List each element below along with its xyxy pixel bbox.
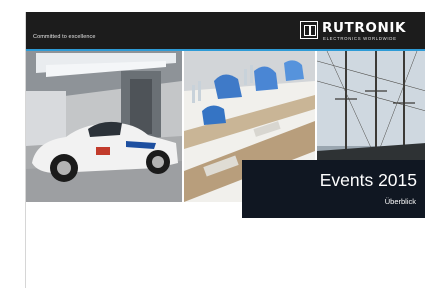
brand-subtitle: ELECTRONICS WORLDWIDE: [323, 36, 397, 41]
brand-logo: RUTRONIK ELECTRONICS WORLDWIDE: [300, 20, 412, 43]
cover-subtitle: Überblick: [384, 197, 416, 206]
header-bar: Committed to excellence RUTRONIK ELECTRO…: [26, 12, 425, 49]
tagline: Committed to excellence: [33, 34, 96, 40]
cover-title: Events 2015: [319, 170, 417, 190]
race-car-photo: [26, 51, 182, 202]
rutronik-logo-icon: [300, 21, 318, 39]
document-cover-page: Committed to excellence RUTRONIK ELECTRO…: [25, 12, 425, 288]
title-box: Events 2015 Überblick: [242, 160, 425, 218]
brand-name: RUTRONIK: [322, 20, 407, 36]
